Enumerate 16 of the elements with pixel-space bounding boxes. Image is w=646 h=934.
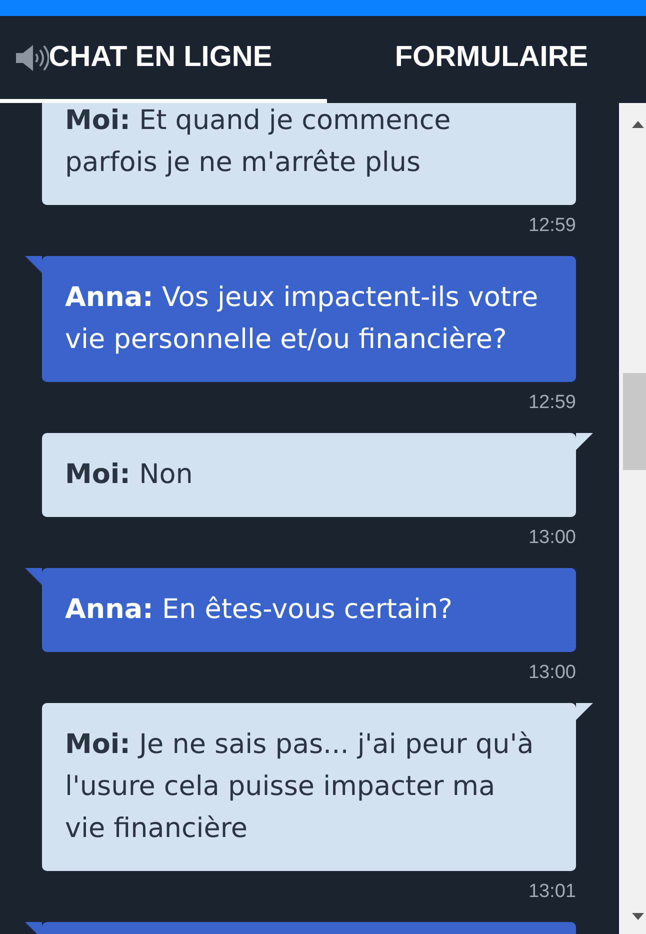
message-time: 13:00 xyxy=(528,526,576,550)
scroll-up-icon[interactable] xyxy=(632,121,644,128)
message-time: 13:01 xyxy=(528,880,576,904)
message-time: 12:59 xyxy=(528,391,576,415)
tab[interactable]: FORMULAIRE xyxy=(327,16,646,103)
message-time: 13:00 xyxy=(528,661,576,685)
message-text: Anna: En êtes-vous certain? xyxy=(65,593,454,627)
scroll-down-icon[interactable] xyxy=(632,913,644,920)
message-text: Moi: Et quand je commence parfois je ne m'arrête plus xyxy=(65,104,452,180)
scrollbar-track[interactable] xyxy=(619,103,646,934)
scrollbar-thumb[interactable] xyxy=(623,373,646,470)
message-text: Anna: Vos jeux impactent-ils votre vie personnelle et/ou financière? xyxy=(65,281,540,357)
speaker-icon[interactable] xyxy=(16,44,49,70)
message-text: Moi: Je ne sais pas... j'ai peur qu'à l'usure cela puisse impacter ma vie financière xyxy=(65,728,535,846)
message-text: Moi: Non xyxy=(65,458,194,492)
message-time: 12:59 xyxy=(528,214,576,238)
